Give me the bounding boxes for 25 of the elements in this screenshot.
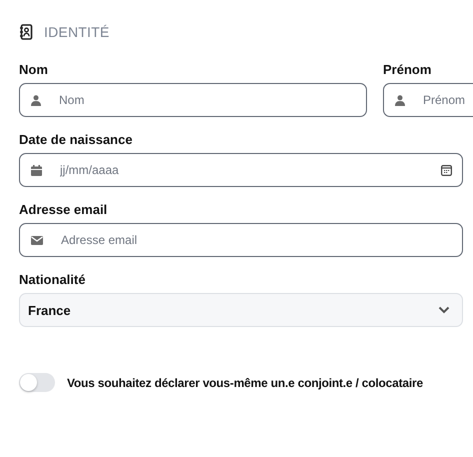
text-input[interactable]: Adresse email bbox=[59, 232, 452, 248]
text-input[interactable]: jj/mm/aaaa bbox=[58, 162, 425, 178]
text-input[interactable]: Prénom bbox=[421, 92, 473, 108]
text-input[interactable]: Nom bbox=[57, 92, 356, 108]
field-label: Prénom bbox=[383, 62, 432, 78]
calendar-icon bbox=[31, 164, 42, 176]
envelope-icon bbox=[31, 236, 43, 244]
field-label: Nom bbox=[19, 62, 49, 78]
input-field[interactable]: Adresse email bbox=[19, 223, 463, 257]
toggle-switch[interactable] bbox=[19, 373, 55, 392]
person-icon bbox=[31, 94, 41, 106]
calendar-picker-icon[interactable] bbox=[441, 164, 452, 176]
field-label: Nationalité bbox=[19, 272, 86, 288]
input-field[interactable]: Nom bbox=[19, 83, 367, 117]
person-icon bbox=[395, 94, 405, 106]
section-title: IDENTITÉ bbox=[44, 24, 110, 40]
nationality-select[interactable]: France bbox=[19, 293, 463, 327]
input-field[interactable]: Prénom bbox=[383, 83, 473, 117]
field-label: Date de naissance bbox=[19, 132, 134, 148]
input-field[interactable]: jj/mm/aaaa bbox=[19, 153, 463, 187]
contact-book-icon bbox=[19, 24, 33, 40]
chevron-down-icon bbox=[438, 306, 450, 314]
select-value: France bbox=[28, 302, 71, 318]
field-label: Adresse email bbox=[19, 202, 108, 218]
toggle-label: Vous souhaitez déclarer vous-même un.e conjoint.e / colocataire bbox=[67, 376, 423, 390]
